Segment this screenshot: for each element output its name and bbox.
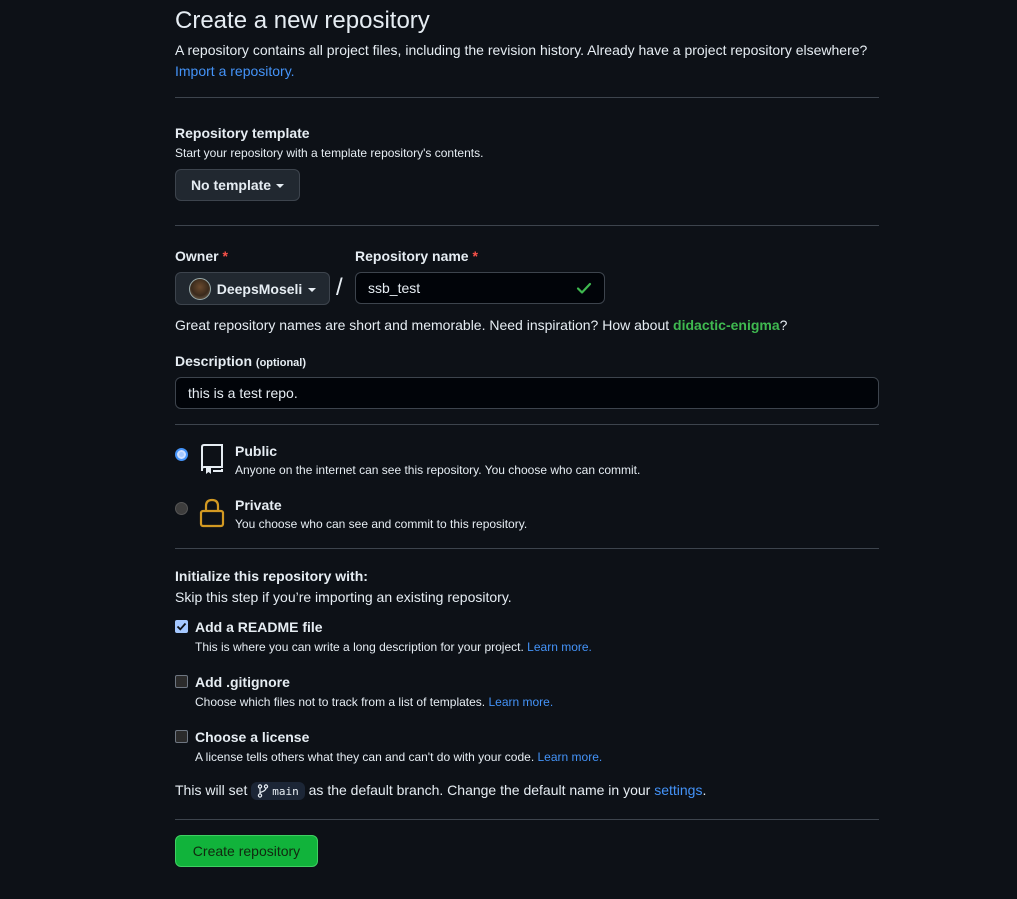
private-title: Private xyxy=(235,497,282,513)
repo-name-label: Repository name * xyxy=(355,248,478,264)
readme-title[interactable]: Add a README file xyxy=(195,619,323,635)
template-selected: No template xyxy=(190,177,272,193)
visibility-public[interactable]: Public Anyone on the internet can see th… xyxy=(235,443,640,477)
avatar xyxy=(188,277,211,300)
page-title: Create a new repository xyxy=(175,7,430,34)
license-desc-text: A license tells others what they can and… xyxy=(195,750,535,764)
gitignore-desc: Choose which files not to track from a l… xyxy=(195,695,553,709)
public-title: Public xyxy=(235,443,278,459)
repo-name-input[interactable]: ssb_test xyxy=(355,272,605,304)
required-mark: * xyxy=(222,248,228,264)
import-repository-link[interactable]: Import a repository. xyxy=(175,63,295,79)
license-checkbox[interactable] xyxy=(175,730,188,743)
description-value: this is a test repo. xyxy=(188,385,298,401)
settings-link[interactable]: settings xyxy=(654,782,702,798)
init-note: Skip this step if you’re importing an ex… xyxy=(175,589,512,605)
description-label-text: Description xyxy=(175,353,253,369)
page-subtitle: A repository contains all project files,… xyxy=(175,40,867,82)
subtitle-text: A repository contains all project files,… xyxy=(175,42,868,58)
divider xyxy=(175,97,879,98)
branch-pill: main xyxy=(251,782,305,801)
template-label: Repository template xyxy=(175,125,310,141)
description-input[interactable]: this is a test repo. xyxy=(175,377,879,409)
branch-suffix: . xyxy=(702,782,707,798)
check-icon xyxy=(576,282,592,294)
default-branch-note: This will set main as the default branch… xyxy=(175,782,707,801)
gitignore-checkbox[interactable] xyxy=(175,675,188,688)
repo-icon xyxy=(201,444,223,474)
branch-middle: as the default branch. Change the defaul… xyxy=(308,782,651,798)
name-hint: Great repository names are short and mem… xyxy=(175,317,787,333)
required-mark: * xyxy=(472,248,478,264)
private-desc: You choose who can see and commit to thi… xyxy=(235,517,528,531)
public-desc: Anyone on the internet can see this repo… xyxy=(235,463,641,477)
optional-note: (optional) xyxy=(255,357,307,369)
divider xyxy=(175,819,879,820)
gitignore-title[interactable]: Add .gitignore xyxy=(195,674,290,690)
init-title: Initialize this repository with: xyxy=(175,568,368,584)
branch-name: main xyxy=(272,784,299,798)
branch-prefix: This will set xyxy=(175,782,248,798)
divider xyxy=(175,548,879,549)
lock-icon xyxy=(199,498,225,528)
gitignore-desc-text: Choose which files not to track from a l… xyxy=(195,695,486,709)
readme-learn-more-link[interactable]: Learn more. xyxy=(527,640,592,654)
owner-repo-separator: / xyxy=(336,274,343,301)
gitignore-learn-more-link[interactable]: Learn more. xyxy=(488,695,553,709)
readme-desc-text: This is where you can write a long descr… xyxy=(195,640,524,654)
license-desc: A license tells others what they can and… xyxy=(195,750,602,764)
name-suggestion-link[interactable]: didactic-enigma xyxy=(673,317,780,333)
checkmark-icon xyxy=(176,622,187,631)
readme-desc: This is where you can write a long descr… xyxy=(195,640,592,654)
git-branch-icon xyxy=(258,784,269,798)
name-hint-text: Great repository names are short and mem… xyxy=(175,317,674,333)
create-repository-button[interactable]: Create repository xyxy=(175,835,318,867)
divider xyxy=(175,225,879,226)
readme-checkbox[interactable] xyxy=(175,620,188,633)
template-dropdown[interactable]: No template xyxy=(175,169,300,201)
caret-down-icon xyxy=(308,287,317,292)
public-radio[interactable] xyxy=(175,448,188,461)
repo-name-value: ssb_test xyxy=(368,280,421,296)
description-label: Description (optional) xyxy=(175,353,306,369)
license-title[interactable]: Choose a license xyxy=(195,729,309,745)
caret-down-icon xyxy=(276,184,285,188)
repo-name-label-text: Repository name xyxy=(355,248,469,264)
divider xyxy=(175,424,879,425)
template-note: Start your repository with a template re… xyxy=(175,146,484,160)
private-radio[interactable] xyxy=(175,502,188,515)
owner-dropdown[interactable]: DeepsMoseli xyxy=(175,272,330,305)
name-hint-suffix: ? xyxy=(779,317,788,333)
visibility-private[interactable]: Private You choose who can see and commi… xyxy=(235,497,527,531)
owner-selected: DeepsMoseli xyxy=(216,280,303,297)
license-learn-more-link[interactable]: Learn more. xyxy=(538,750,603,764)
owner-label-text: Owner xyxy=(175,248,219,264)
owner-label: Owner * xyxy=(175,248,228,264)
